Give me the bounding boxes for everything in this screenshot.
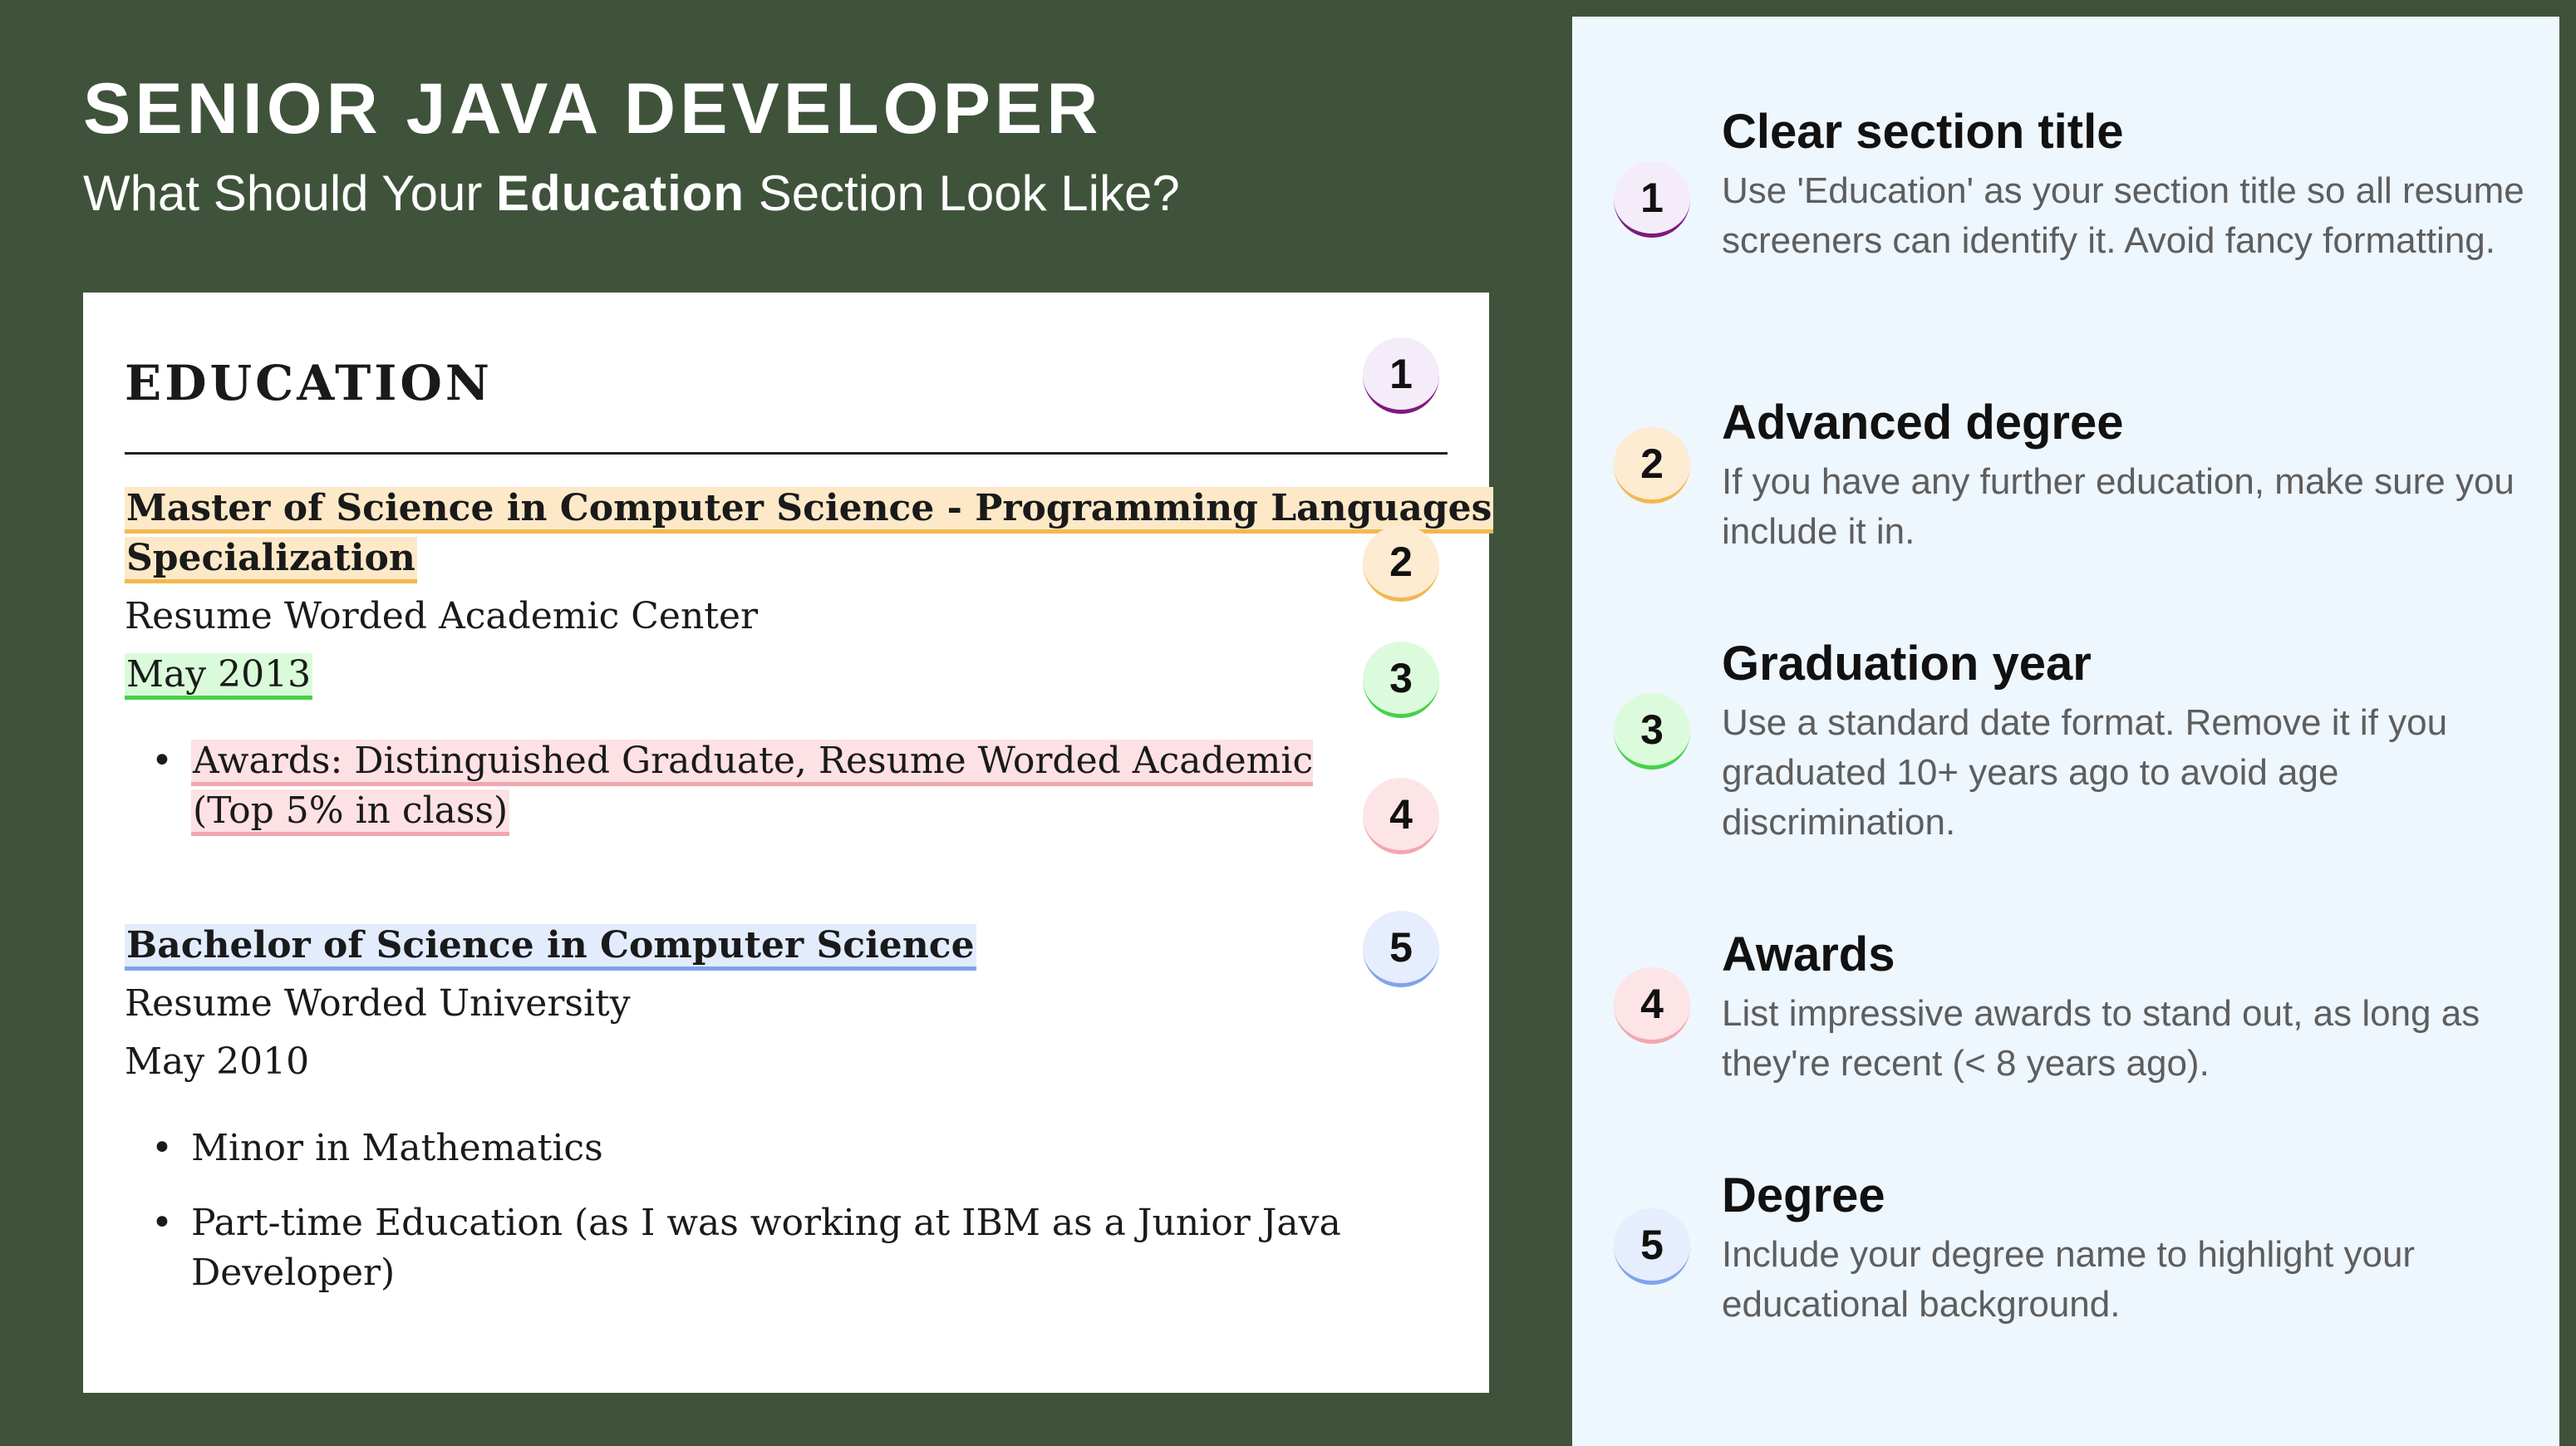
bullet-item-awards-cont: (Top 5% in class) [191, 786, 510, 836]
badge-2: 2 [1363, 525, 1439, 602]
page-title: SENIOR JAVA DEVELOPER [83, 69, 1103, 149]
badge-5: 5 [1363, 911, 1439, 987]
tips-panel: 1 Clear section title Use 'Education' as… [1572, 17, 2559, 1446]
graduation-date-2: May 2010 [125, 1040, 310, 1083]
tip-title-4: Awards [1722, 927, 1895, 981]
subtitle-bold: Education [496, 165, 745, 221]
degree-line-1: Master of Science in Computer Science - … [125, 487, 1494, 534]
badge-1: 1 [1363, 337, 1439, 414]
resume-card: EDUCATION 1 Master of Science in Compute… [83, 293, 1494, 1393]
tip-title-1: Clear section title [1722, 105, 2124, 159]
education-heading: EDUCATION [125, 355, 493, 411]
tip-badge-3: 3 [1614, 693, 1690, 770]
degree-line-2-1: Bachelor of Science in Computer Science [125, 924, 976, 971]
awards-line-2: (Top 5% in class) [191, 789, 510, 836]
bullet-item-minor: • Minor in Mathematics [151, 1124, 603, 1173]
tip-body-2: If you have any further education, make … [1722, 461, 2515, 552]
tip-body-3: Use a standard date format. Remove it if… [1722, 702, 2448, 843]
tip-title-3: Graduation year [1722, 637, 2092, 691]
tip-title-5: Degree [1722, 1168, 1885, 1222]
degree-title-2: Bachelor of Science in Computer Science [125, 921, 976, 971]
bullet-dot: • [151, 740, 173, 782]
school-name-2: Resume Worded University [125, 982, 631, 1025]
tip-title-2: Advanced degree [1722, 396, 2124, 450]
bullet-dot: • [151, 1202, 173, 1244]
page-subtitle: What Should Your Education Section Look … [83, 166, 1180, 221]
degree-title-1: Master of Science in Computer Science - … [125, 484, 1494, 534]
subtitle-before: What Should Your [83, 165, 497, 221]
bullet-dot: • [151, 1127, 173, 1169]
badge-4: 4 [1363, 778, 1439, 854]
tip-body-5: Include your degree name to highlight yo… [1722, 1234, 2416, 1325]
degree-line-2: Specialization [125, 537, 417, 583]
date-highlight-1: May 2013 [125, 653, 313, 700]
minor-text: Minor in Mathematics [191, 1127, 603, 1169]
tip-badge-1: 1 [1614, 161, 1690, 238]
tip-body-1: Use 'Education' as your section title so… [1722, 170, 2524, 261]
tip-badge-4: 4 [1614, 967, 1690, 1044]
graduation-date-1: May 2013 [125, 650, 313, 700]
left-panel: SENIOR JAVA DEVELOPER What Should Your E… [0, 0, 1572, 1446]
heading-divider [125, 452, 1448, 455]
tip-badge-5: 5 [1614, 1208, 1690, 1285]
degree-title-1-cont: Specialization [125, 534, 417, 583]
subtitle-after: Section Look Like? [745, 165, 1180, 221]
school-name-1: Resume Worded Academic Center [125, 595, 759, 637]
bullet-item-parttime-cont: Developer) [191, 1248, 395, 1298]
badge-3: 3 [1363, 642, 1439, 718]
tip-badge-2: 2 [1614, 427, 1690, 504]
parttime-line-1: Part-time Education (as I was working at… [191, 1202, 1341, 1244]
bullet-item-parttime: • Part-time Education (as I was working … [151, 1198, 1341, 1248]
parttime-line-2: Developer) [191, 1252, 396, 1294]
tip-body-4: List impressive awards to stand out, as … [1722, 993, 2480, 1084]
